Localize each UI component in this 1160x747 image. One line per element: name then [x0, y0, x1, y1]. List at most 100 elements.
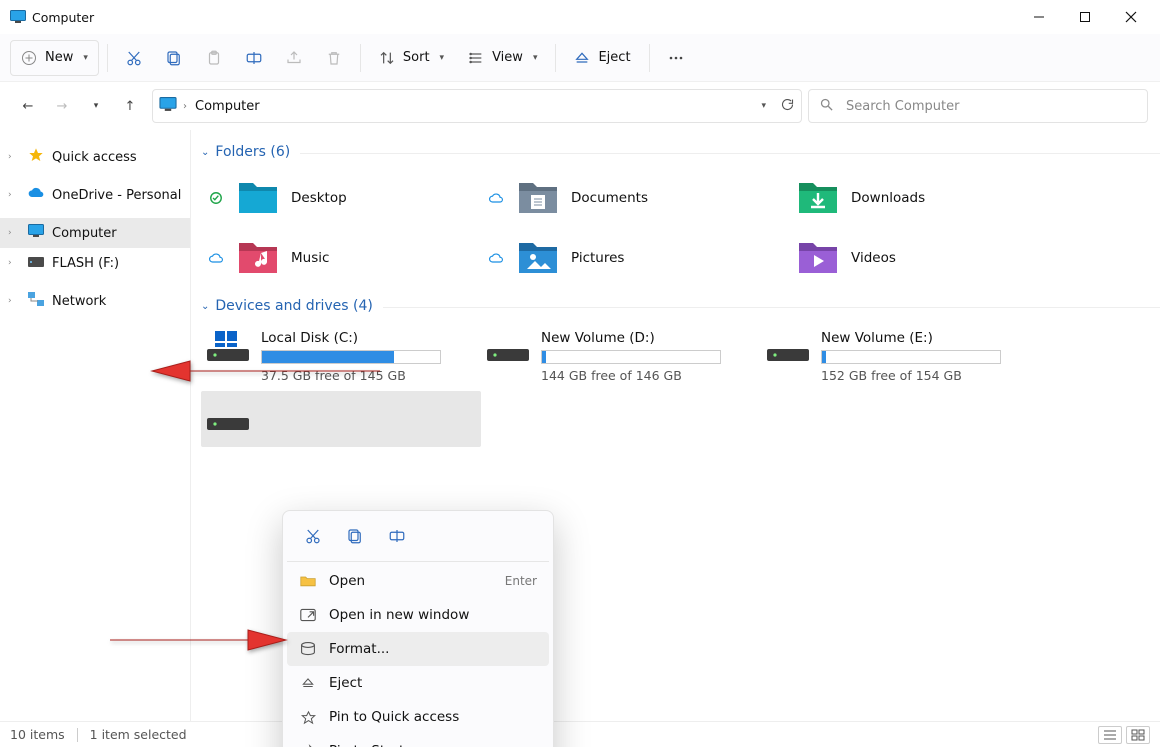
breadcrumb-location[interactable]: Computer	[195, 99, 260, 114]
folder-icon	[237, 177, 279, 219]
drive-name: New Volume (D:)	[541, 330, 755, 346]
cloud-icon	[28, 187, 44, 203]
minimize-button[interactable]	[1016, 0, 1062, 34]
chevron-right-icon: ›	[183, 101, 187, 112]
drives-section-header[interactable]: ⌄ Devices and drives (4)	[201, 294, 373, 322]
folder-tile-videos[interactable]: Videos	[761, 228, 1041, 288]
status-item-count: 10 items	[10, 727, 65, 742]
new-button[interactable]: New ▾	[10, 40, 99, 76]
sort-button[interactable]: Sort ▾	[369, 40, 454, 76]
address-bar[interactable]: › Computer ▾	[152, 89, 802, 123]
folders-header-label: Folders (6)	[215, 144, 290, 160]
folder-label: Music	[291, 250, 329, 266]
folder-tile-downloads[interactable]: Downloads	[761, 168, 1041, 228]
menu-format[interactable]: Format...	[287, 632, 549, 666]
up-button[interactable]: ↑	[114, 90, 146, 122]
menu-shortcut: Enter	[505, 574, 537, 588]
view-large-button[interactable]	[1126, 726, 1150, 744]
refresh-button[interactable]	[780, 97, 795, 116]
folder-tile-pictures[interactable]: Pictures	[481, 228, 761, 288]
cut-button[interactable]	[295, 521, 331, 551]
window-title: Computer	[32, 10, 94, 25]
separator	[649, 44, 650, 72]
separator	[555, 44, 556, 72]
close-button[interactable]	[1108, 0, 1154, 34]
sidebar-item-quick-access[interactable]: › Quick access	[0, 142, 190, 172]
folder-icon	[237, 237, 279, 279]
sidebar-item-computer[interactable]: › Computer	[0, 218, 190, 248]
sidebar-item-label: OneDrive - Personal	[52, 188, 181, 203]
eject-button[interactable]: Eject	[564, 40, 640, 76]
chevron-down-icon: ▾	[440, 53, 445, 63]
folder-icon	[797, 237, 839, 279]
copy-button[interactable]	[337, 521, 373, 551]
titlebar: Computer	[0, 0, 1160, 34]
delete-button[interactable]	[316, 40, 352, 76]
drive-tile-d[interactable]: New Volume (D:) 144 GB free of 146 GB	[481, 322, 761, 391]
cloud-icon	[487, 253, 505, 264]
chevron-down-icon[interactable]: ▾	[761, 101, 766, 111]
maximize-button[interactable]	[1062, 0, 1108, 34]
view-details-button[interactable]	[1098, 726, 1122, 744]
menu-label: Pin to Quick access	[329, 709, 537, 725]
folder-label: Downloads	[851, 190, 925, 206]
folders-section-header[interactable]: ⌄ Folders (6)	[201, 140, 290, 168]
eject-label: Eject	[598, 50, 630, 65]
menu-eject[interactable]: Eject	[287, 666, 549, 700]
chevron-right-icon: ›	[8, 228, 20, 238]
menu-open[interactable]: Open Enter	[287, 564, 549, 598]
chevron-right-icon: ›	[8, 190, 20, 200]
recent-dropdown[interactable]: ▾	[80, 90, 112, 122]
menu-open-new-window[interactable]: Open in new window	[287, 598, 549, 632]
share-button[interactable]	[276, 40, 312, 76]
sidebar-item-label: Computer	[52, 226, 117, 241]
sidebar-item-flash[interactable]: › FLASH (F:)	[0, 248, 190, 278]
search-input[interactable]	[844, 98, 1137, 115]
status-bar: 10 items 1 item selected	[0, 721, 1160, 747]
menu-label: Open in new window	[329, 607, 537, 623]
more-button[interactable]	[658, 40, 694, 76]
cloud-icon	[487, 193, 505, 204]
toolbar: New ▾ Sort ▾ View ▾ Eject	[0, 34, 1160, 82]
copy-button[interactable]	[156, 40, 192, 76]
drive-free-text: 144 GB free of 146 GB	[541, 368, 755, 383]
forward-button[interactable]: →	[46, 90, 78, 122]
drive-usage-bar	[541, 350, 721, 364]
computer-icon	[28, 224, 44, 242]
cloud-icon	[207, 253, 225, 264]
star-icon	[299, 710, 317, 725]
sidebar-item-network[interactable]: › Network	[0, 286, 190, 316]
chevron-right-icon: ›	[8, 258, 20, 268]
drive-tile-e[interactable]: New Volume (E:) 152 GB free of 154 GB	[761, 322, 1041, 391]
folder-tile-music[interactable]: Music	[201, 228, 481, 288]
search-icon	[819, 97, 834, 116]
chevron-right-icon: ›	[8, 296, 20, 306]
chevron-down-icon: ▾	[83, 53, 88, 63]
drive-tile-f[interactable]	[201, 391, 481, 447]
chevron-down-icon: ⌄	[201, 301, 209, 312]
back-button[interactable]: ←	[12, 90, 44, 122]
view-button[interactable]: View ▾	[458, 40, 547, 76]
new-window-icon	[299, 608, 317, 622]
folder-tile-desktop[interactable]: Desktop	[201, 168, 481, 228]
star-icon	[28, 147, 44, 167]
menu-pin-quick-access[interactable]: Pin to Quick access	[287, 700, 549, 734]
status-selected-count: 1 item selected	[90, 727, 187, 742]
menu-pin-start[interactable]: Pin to Start	[287, 734, 549, 747]
chevron-down-icon: ⌄	[201, 147, 209, 158]
network-icon	[28, 292, 44, 310]
folder-icon	[797, 177, 839, 219]
paste-button[interactable]	[196, 40, 232, 76]
sidebar-item-label: FLASH (F:)	[52, 256, 119, 271]
drive-icon	[767, 330, 809, 362]
search-box[interactable]	[808, 89, 1148, 123]
folder-label: Pictures	[571, 250, 624, 266]
drives-header-label: Devices and drives (4)	[215, 298, 372, 314]
folder-tile-documents[interactable]: Documents	[481, 168, 761, 228]
drive-icon	[207, 399, 249, 431]
rename-button[interactable]	[379, 521, 415, 551]
sidebar-item-onedrive[interactable]: › OneDrive - Personal	[0, 180, 190, 210]
rename-button[interactable]	[236, 40, 272, 76]
cut-button[interactable]	[116, 40, 152, 76]
drive-icon	[487, 330, 529, 362]
